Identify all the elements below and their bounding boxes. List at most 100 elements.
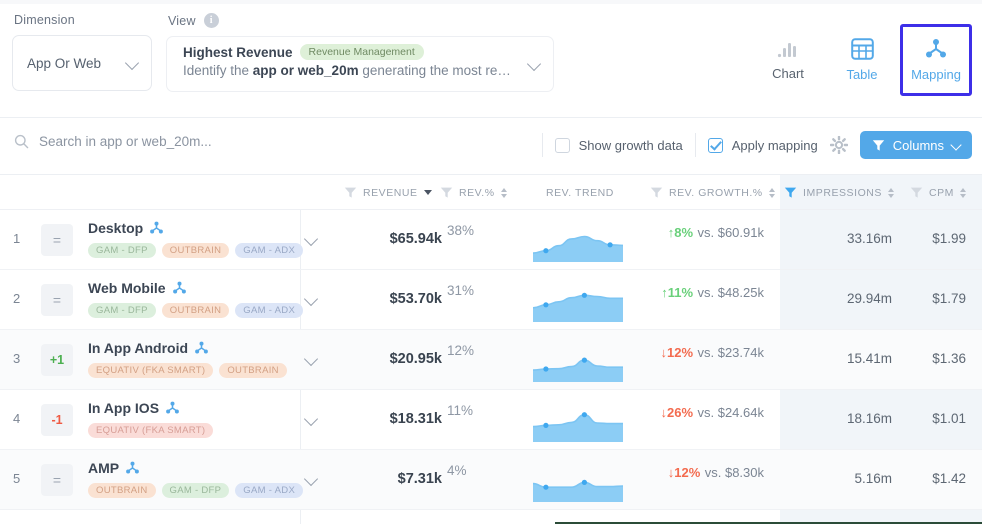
row-name-cell[interactable]: In App Android: [88, 340, 209, 356]
column-header-revpct[interactable]: REV.%: [440, 175, 507, 210]
view-title-row: Highest Revenue Revenue Management: [183, 44, 519, 60]
view-mode-mapping[interactable]: Mapping: [900, 24, 972, 96]
row-expand-chevron-icon[interactable]: [303, 351, 319, 367]
row-name-cell[interactable]: Desktop: [88, 220, 164, 236]
row-expand-chevron-icon[interactable]: [303, 471, 319, 487]
cell-cpm: $1.42: [932, 471, 966, 486]
column-header-cpm[interactable]: CPM: [910, 175, 966, 210]
row-frozen-cell: 1 = Desktop GAM - DFP OUTBRAIN GAM - ADX: [0, 210, 304, 269]
revenue-percent-value: 31%: [447, 283, 475, 298]
table-row[interactable]: 4 -1 In App IOS EQUATIV (FKA SMART) $18.…: [0, 390, 982, 450]
row-expand-chevron-icon[interactable]: [303, 291, 319, 307]
cell-revenue-percent: 12%: [447, 342, 515, 360]
divider: [694, 133, 696, 157]
cell-impressions: 15.41m: [846, 351, 892, 366]
view-mode-mapping-label: Mapping: [911, 67, 961, 82]
row-expand-chevron-icon[interactable]: [303, 411, 319, 427]
table-row[interactable]: 5 = AMP OUTBRAIN GAM - DFP GAM - ADX $7.31…: [0, 450, 982, 510]
revenue-percent-value: 12%: [447, 343, 475, 358]
rank-change-badge: -1: [41, 404, 73, 436]
view-mode-table-label: Table: [846, 67, 878, 82]
columns-button[interactable]: Columns: [859, 131, 972, 159]
mapping-node-icon: [166, 401, 179, 414]
row-rank: 3: [13, 351, 21, 366]
growth-comparison: vs. $60.91k: [697, 225, 765, 240]
row-frozen-cell: 2 = Web Mobile GAM - DFP OUTBRAIN GAM - AD…: [0, 270, 304, 329]
dimension-value: App Or Web: [27, 55, 102, 71]
view-control: View i Highest Revenue Revenue Managemen…: [166, 13, 554, 92]
row-name-cell[interactable]: In App IOS: [88, 400, 180, 416]
table-row[interactable]: 1 = Desktop GAM - DFP OUTBRAIN GAM - ADX $…: [0, 210, 982, 270]
rank-change-badge: =: [41, 224, 73, 256]
view-desc-pre: Identify the: [183, 63, 253, 78]
view-select[interactable]: Highest Revenue Revenue Management Ident…: [166, 36, 554, 92]
view-mode-chart[interactable]: Chart: [752, 24, 824, 96]
dimension-select[interactable]: App Or Web: [12, 35, 152, 91]
cell-cpm: $1.99: [932, 231, 966, 246]
chevron-down-icon: [950, 139, 962, 151]
trend-sparkline: [532, 292, 623, 322]
trend-sparkline: [532, 479, 624, 502]
cell-revenue-growth: ↑11% vs. $48.25k: [640, 284, 764, 302]
checkbox-box-checked: [707, 137, 723, 153]
cell-impressions: 5.16m: [854, 471, 892, 486]
column-header-growth-label: REV. GROWTH.%: [669, 186, 763, 199]
filter-funnel-icon: [910, 187, 923, 198]
search-input[interactable]: Search in app or web_20m...: [14, 134, 212, 149]
filter-funnel-icon: [440, 187, 453, 198]
growth-percent: ↓26%: [660, 405, 694, 420]
row-name: In App Android: [88, 340, 189, 356]
apply-mapping-checkbox[interactable]: Apply mapping: [707, 137, 818, 153]
search-icon: [14, 134, 29, 149]
trend-sparkline: [532, 235, 624, 262]
search-placeholder: Search in app or web_20m...: [39, 134, 212, 149]
view-desc-post: generating the most re…: [358, 63, 511, 78]
view-mode-chart-label: Chart: [772, 66, 804, 81]
show-growth-data-checkbox[interactable]: Show growth data: [554, 137, 683, 153]
cell-revenue-percent: 31%: [447, 282, 515, 300]
view-header: View i: [168, 13, 554, 28]
column-header-revenue[interactable]: REVENUE: [344, 175, 432, 210]
table-row[interactable]: 3 +1 In App Android EQUATIV (FKA SMART) O…: [0, 330, 982, 390]
row-expand-chevron-icon[interactable]: [303, 231, 319, 247]
column-header-growth[interactable]: REV. GROWTH.%: [650, 175, 775, 210]
row-tags: EQUATIV (FKA SMART): [88, 423, 214, 438]
rank-change-badge: =: [41, 284, 73, 316]
growth-comparison: vs. $48.25k: [697, 285, 765, 300]
view-description: Identify the app or web_20m generating t…: [183, 63, 519, 78]
show-growth-data-label: Show growth data: [578, 137, 683, 153]
gear-icon[interactable]: [829, 136, 848, 154]
filter-funnel-icon: [650, 187, 663, 198]
row-rank: 4: [13, 411, 21, 426]
row-name: In App IOS: [88, 400, 160, 416]
sort-toggle-icon: [500, 187, 507, 198]
filter-funnel-icon: [344, 187, 357, 198]
rank-change-badge: =: [41, 464, 73, 496]
cell-impressions: 18.16m: [846, 411, 892, 426]
row-frozen-cell: 5 = AMP OUTBRAIN GAM - DFP GAM - ADX: [0, 450, 304, 509]
rank-change-badge: +1: [41, 344, 73, 376]
cell-revenue-percent: 11%: [447, 402, 515, 420]
growth-percent: ↓12%: [667, 465, 701, 480]
cell-revenue-trend: [532, 224, 624, 262]
row-name: Web Mobile: [88, 280, 166, 296]
view-mode-table[interactable]: Table: [826, 24, 898, 96]
row-name-cell[interactable]: AMP: [88, 460, 140, 476]
bar-chart-icon: [777, 43, 796, 58]
row-frozen-cell: 3 +1 In App Android EQUATIV (FKA SMART) O…: [0, 330, 300, 389]
view-desc-emphasis: app or web_20m: [252, 63, 359, 78]
growth-comparison: vs. $23.74k: [697, 345, 765, 360]
row-name-cell[interactable]: Web Mobile: [88, 280, 187, 296]
column-header-cpm-label: CPM: [929, 186, 954, 199]
revenue-percent-value: 11%: [447, 403, 474, 418]
info-icon[interactable]: i: [203, 13, 219, 28]
table-row[interactable]: 2 = Web Mobile GAM - DFP OUTBRAIN GAM - AD…: [0, 270, 982, 330]
cell-revenue-growth: ↓26% vs. $24.64k: [640, 404, 764, 422]
column-header-trend: REV. TREND: [546, 175, 614, 210]
column-header-impressions[interactable]: IMPRESSIONS: [784, 175, 894, 210]
cell-revenue-growth: ↓12% vs. $23.74k: [640, 344, 764, 362]
view-label: View: [168, 13, 196, 28]
cell-revenue: $7.31k: [397, 471, 442, 487]
cell-revenue-trend: [532, 344, 623, 382]
source-tag: GAM - DFP: [88, 303, 156, 318]
